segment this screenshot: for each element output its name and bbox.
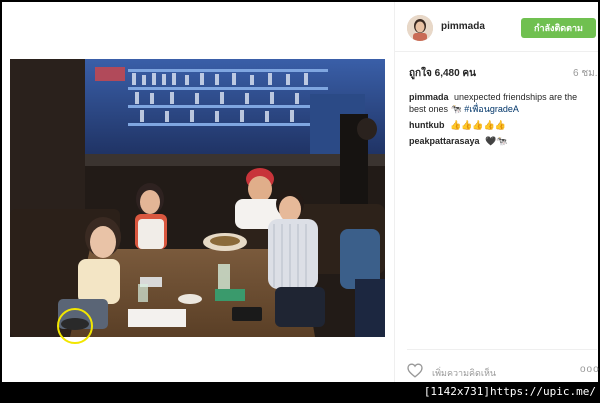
- comment-item: peakpattarasaya 🖤🐄: [409, 135, 589, 147]
- hashtag-link[interactable]: #เพื่อนgradeA: [464, 104, 519, 114]
- avatar-image: [407, 15, 433, 41]
- restaurant-group-photo: [10, 59, 385, 337]
- comment-username[interactable]: peakpattarasaya: [409, 136, 480, 146]
- comment-username[interactable]: huntkub: [409, 120, 445, 130]
- caption-emoji: 🐄: [450, 104, 462, 114]
- image-watermark: [1142x731]https://upic.me/: [423, 385, 596, 398]
- instagram-post-card: pimmada กำลังติดตาม ถูกใจ 6,480 คน 6 ชม.…: [2, 2, 600, 382]
- likes-count[interactable]: ถูกใจ 6,480 คน: [409, 66, 476, 81]
- post-photo[interactable]: [10, 59, 385, 337]
- caption-username[interactable]: pimmada: [409, 92, 449, 102]
- divider: [407, 349, 597, 350]
- divider: [394, 2, 395, 382]
- add-comment-input[interactable]: เพิ่มความคิดเห็น: [432, 366, 496, 380]
- post-timestamp[interactable]: 6 ชม.: [573, 66, 598, 81]
- heart-icon[interactable]: [407, 363, 423, 378]
- divider: [395, 51, 598, 52]
- more-options-icon[interactable]: ooo: [580, 364, 600, 375]
- comment-text: 👍👍👍👍👍: [450, 120, 507, 130]
- comment-item: huntkub 👍👍👍👍👍: [409, 119, 589, 131]
- caption: pimmada unexpected friendships are the b…: [409, 91, 589, 115]
- following-button[interactable]: กำลังติดตาม: [521, 18, 596, 38]
- highlight-circle: [57, 308, 93, 344]
- avatar[interactable]: [407, 15, 433, 41]
- username-link[interactable]: pimmada: [441, 21, 485, 32]
- comment-text: 🖤🐄: [485, 136, 508, 146]
